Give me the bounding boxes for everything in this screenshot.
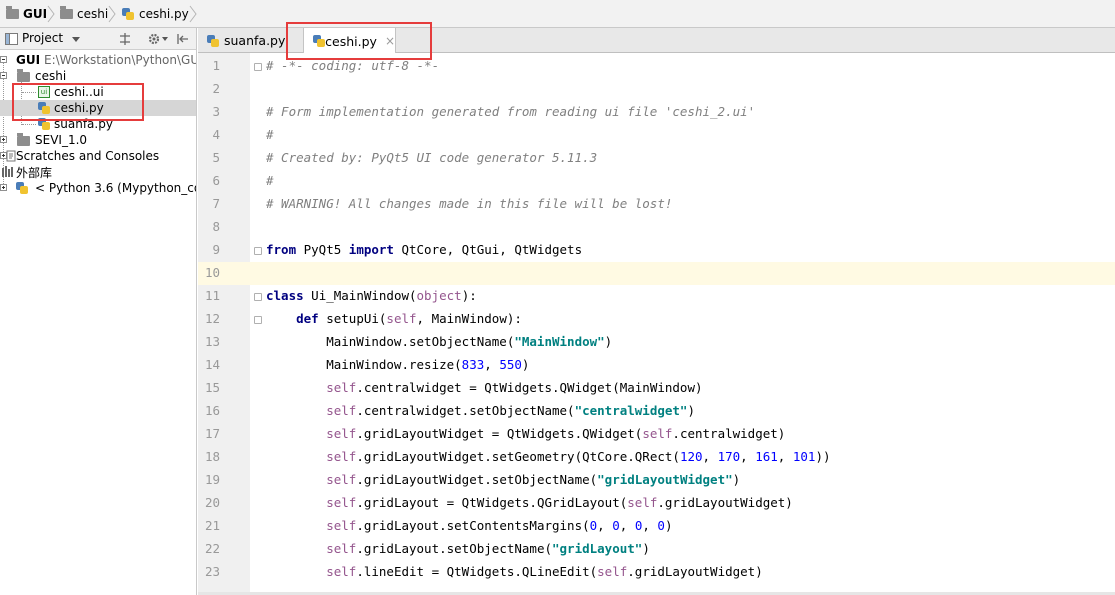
code-line: 20 self.gridLayout = QtWidgets.QGridLayo… bbox=[204, 495, 793, 510]
code-line: 5 # Created by: PyQt5 UI code generator 5… bbox=[212, 150, 598, 165]
project-view-selector[interactable]: Project bbox=[22, 31, 63, 45]
code-line: 4 # bbox=[212, 127, 274, 142]
chevron-down-icon[interactable] bbox=[72, 37, 80, 42]
code-line: 13 MainWindow.setObjectName("MainWindow"… bbox=[204, 334, 613, 349]
code-line: 8 bbox=[212, 219, 220, 234]
chevron-right-icon bbox=[47, 5, 55, 23]
library-icon bbox=[2, 166, 14, 177]
fold-icon[interactable] bbox=[254, 316, 262, 324]
breadcrumb-item-ceshi[interactable]: ceshi bbox=[60, 6, 108, 22]
code-line: 23 self.lineEdit = QtWidgets.QLineEdit(s… bbox=[204, 564, 763, 579]
chevron-right-icon bbox=[108, 5, 116, 23]
code-line: 2 bbox=[212, 81, 220, 96]
folder-icon bbox=[17, 69, 30, 82]
annotation-box-tab bbox=[286, 22, 432, 60]
tree-item-sevi[interactable]: SEVI_1.0 bbox=[0, 132, 196, 148]
folder-icon bbox=[17, 133, 30, 146]
collapse-icon[interactable] bbox=[0, 56, 7, 63]
code-line: 7 # WARNING! All changes made in this fil… bbox=[212, 196, 673, 211]
folder-icon bbox=[60, 6, 73, 19]
code-line: 3 # Form implementation generated from re… bbox=[212, 104, 756, 119]
breadcrumb-item-ceshi-py[interactable]: ceshi.py bbox=[121, 6, 189, 22]
breadcrumb: GUI ceshi ceshi.py bbox=[0, 0, 1115, 28]
code-line: 14 MainWindow.resize(833, 550) bbox=[204, 357, 530, 372]
project-tree: GUI E:\Workstation\Python\GUI ceshi ui c… bbox=[0, 50, 197, 595]
tree-item-python-sdk[interactable]: < Python 3.6 (Mypython_coo bbox=[0, 180, 196, 196]
project-panel-header: Project bbox=[0, 28, 197, 50]
code-line: 21 self.gridLayout.setContentsMargins(0,… bbox=[204, 518, 673, 533]
code-line: 15 self.centralwidget = QtWidgets.QWidge… bbox=[204, 380, 703, 395]
code-line: 16 self.centralwidget.setObjectName("cen… bbox=[204, 403, 695, 418]
code-line: 22 self.gridLayout.setObjectName("gridLa… bbox=[204, 541, 650, 556]
tree-item-external-libraries[interactable]: 外部库 bbox=[0, 164, 196, 180]
chevron-right-icon bbox=[189, 5, 197, 23]
tree-item-ceshi[interactable]: ceshi bbox=[0, 68, 196, 84]
expand-icon[interactable] bbox=[0, 184, 7, 191]
tab-suanfa-py[interactable]: suanfa.py bbox=[206, 28, 292, 53]
gear-icon[interactable] bbox=[147, 32, 161, 46]
code-line-current: 10 bbox=[198, 262, 1115, 285]
code-line: 19 self.gridLayoutWidget.setObjectName("… bbox=[204, 472, 741, 487]
scratches-icon bbox=[6, 150, 16, 162]
fold-icon[interactable] bbox=[254, 63, 262, 71]
tree-item-scratches[interactable]: Scratches and Consoles bbox=[0, 148, 196, 164]
code-line: 18 self.gridLayoutWidget.setGeometry(QtC… bbox=[204, 449, 831, 464]
code-line: 9 from PyQt5 import QtCore, QtGui, QtWidg… bbox=[212, 242, 583, 257]
project-icon bbox=[5, 33, 18, 45]
breadcrumb-item-gui[interactable]: GUI bbox=[6, 6, 47, 22]
expand-icon[interactable] bbox=[0, 136, 7, 143]
chevron-down-icon[interactable] bbox=[162, 37, 168, 41]
annotation-box-tree bbox=[12, 83, 144, 121]
python-file-icon bbox=[121, 7, 135, 21]
python-icon bbox=[15, 181, 29, 195]
collapse-icon[interactable] bbox=[0, 72, 7, 79]
fold-icon[interactable] bbox=[254, 247, 262, 255]
folder-icon bbox=[6, 6, 19, 19]
python-file-icon bbox=[206, 34, 220, 48]
code-line: 6 # bbox=[212, 173, 274, 188]
fold-icon[interactable] bbox=[254, 293, 262, 301]
code-line: 11 class Ui_MainWindow(object): bbox=[204, 288, 477, 303]
collapse-all-icon[interactable] bbox=[118, 32, 132, 46]
code-editor[interactable]: 1 # -*- coding: utf-8 -*- 2 3 # Form imple… bbox=[198, 53, 1115, 595]
code-line: 12 def setupUi(self, MainWindow): bbox=[204, 311, 522, 326]
hide-panel-icon[interactable] bbox=[176, 32, 190, 46]
code-line: 17 self.gridLayoutWidget = QtWidgets.QWi… bbox=[204, 426, 786, 441]
tree-item-gui[interactable]: GUI E:\Workstation\Python\GUI bbox=[0, 52, 196, 68]
